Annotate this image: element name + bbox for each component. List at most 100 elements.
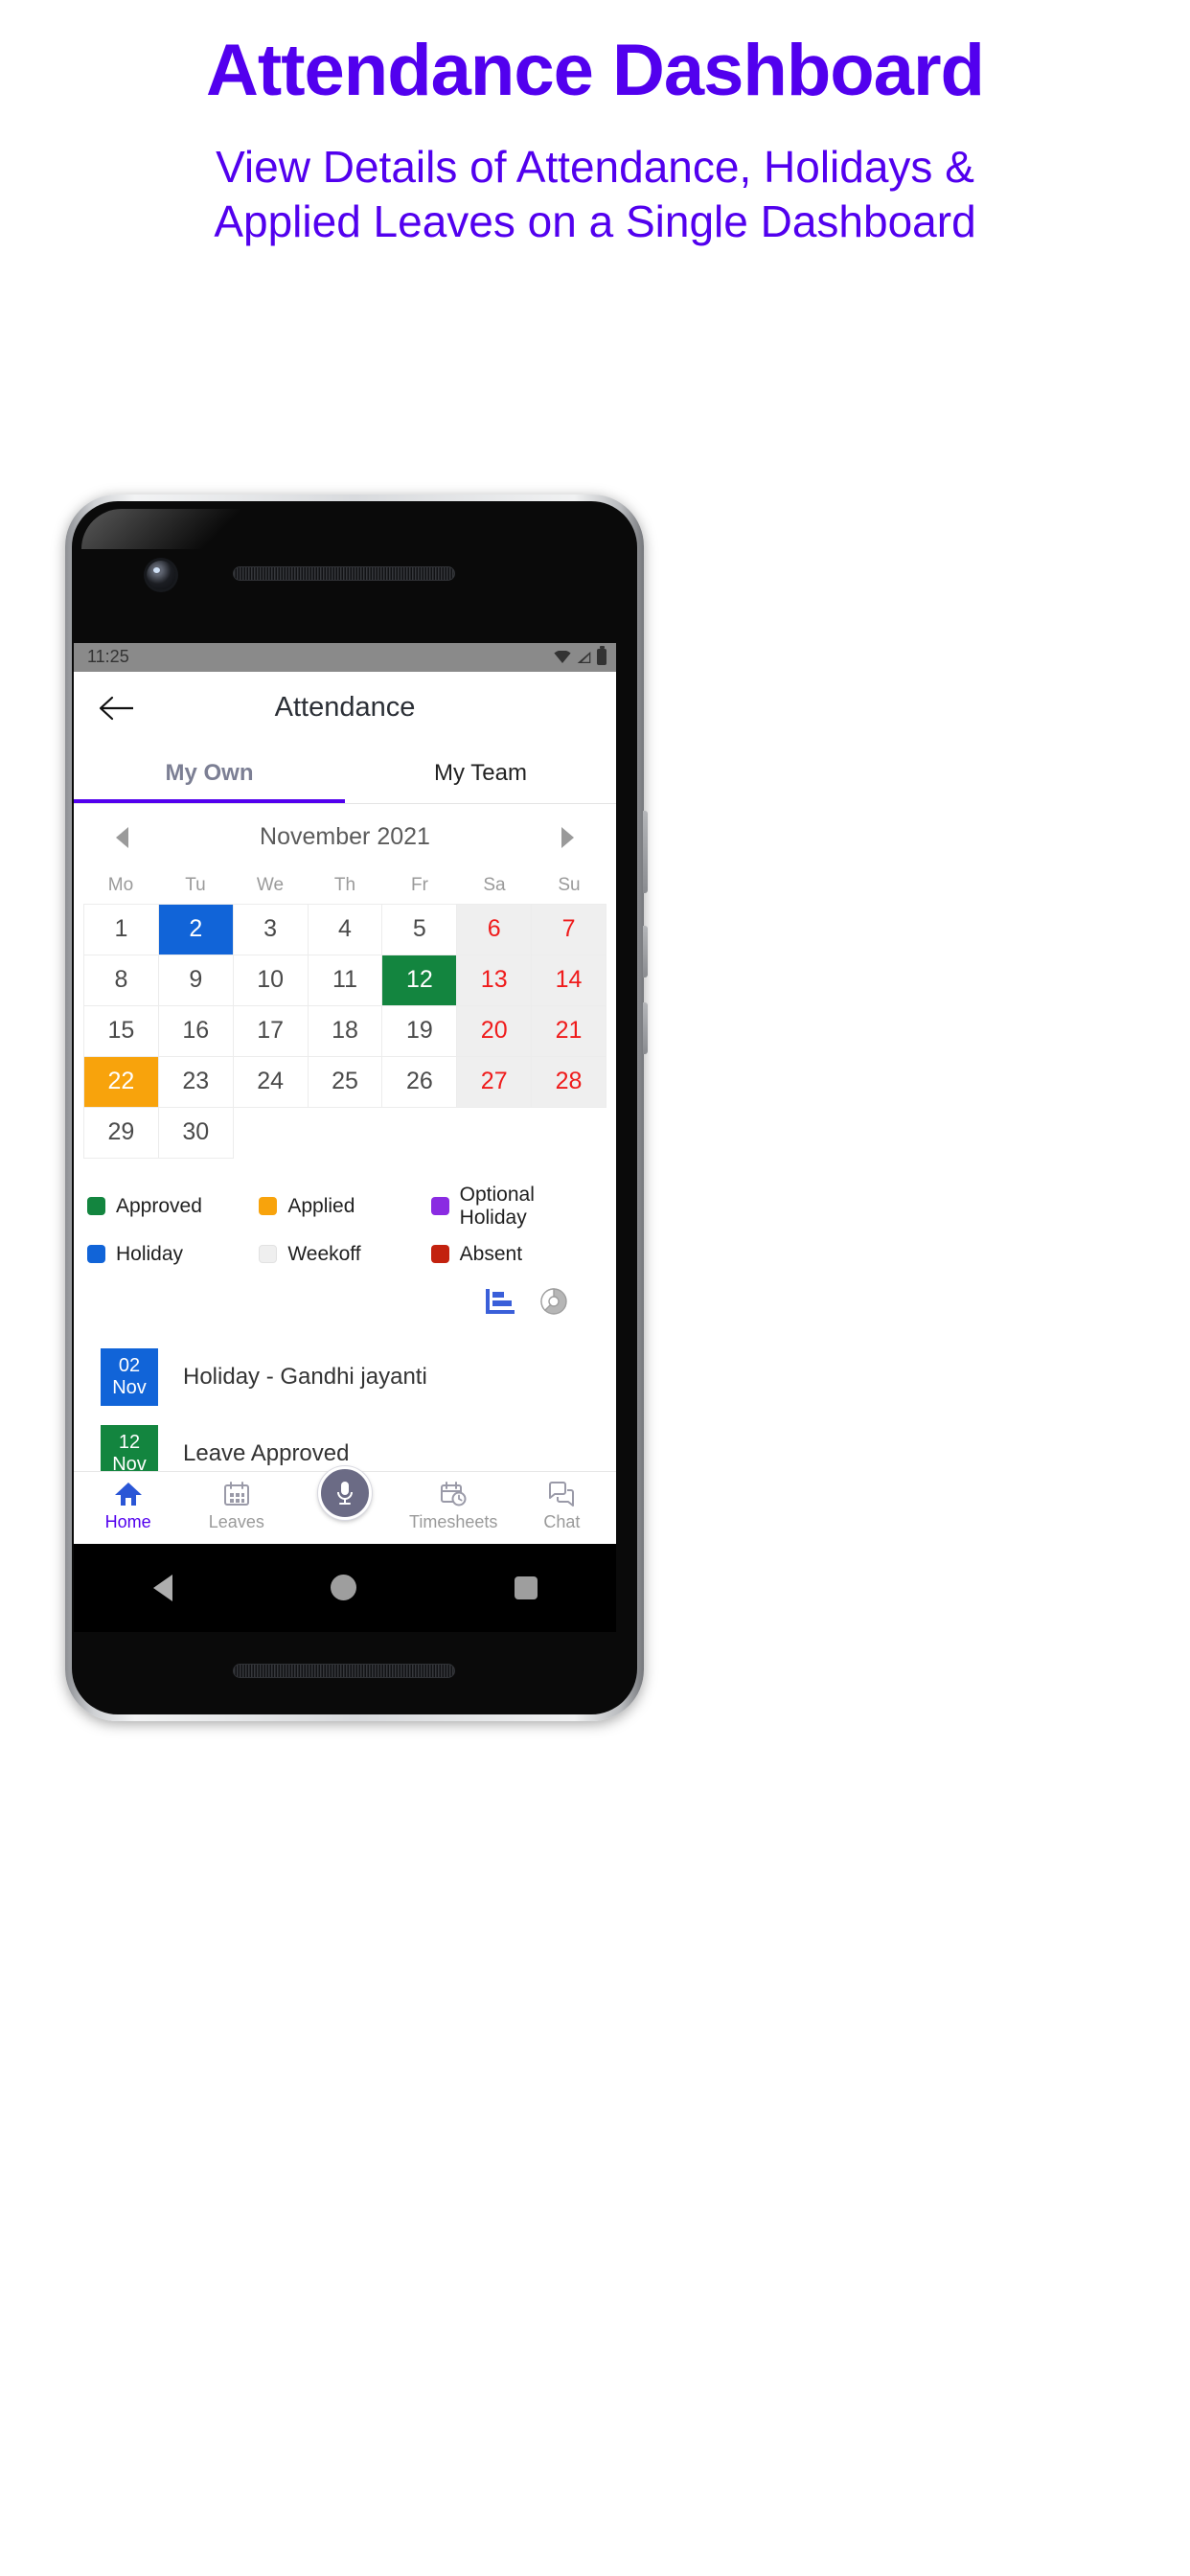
app-bar: Attendance: [74, 671, 616, 745]
calendar-day-cell[interactable]: 10: [233, 954, 309, 1006]
calendar-header: November 2021: [74, 804, 616, 871]
calendar-day-cell[interactable]: 27: [457, 1056, 533, 1108]
app-bar-title: Attendance: [274, 692, 416, 724]
android-system-nav: [74, 1543, 616, 1632]
legend-color-swatch: [259, 1197, 278, 1216]
calendar-cell-empty: [382, 1108, 457, 1159]
calendar-legend: Approved Applied Optional Holiday Holiday We…: [74, 1184, 616, 1266]
weekday-label: We: [256, 874, 285, 895]
screen-glass-highlight: [81, 508, 302, 549]
event-title: Leave Approved: [183, 1439, 350, 1466]
bar-chart-icon[interactable]: [484, 1287, 516, 1316]
calendar-day-cell[interactable]: 25: [308, 1056, 383, 1108]
legend-label: Applied: [287, 1194, 355, 1217]
legend-color-swatch: [430, 1245, 449, 1264]
calendar-weekday-header: Mo Tu We Th Fr Sa Su: [83, 871, 606, 900]
calendar-day-cell[interactable]: 14: [532, 954, 606, 1006]
calendar-day-cell[interactable]: 5: [382, 904, 458, 955]
calendar-day-cell[interactable]: 11: [308, 954, 383, 1006]
legend-label: Optional Holiday: [459, 1183, 535, 1229]
android-back-icon[interactable]: [152, 1574, 172, 1601]
calendar-day-cell[interactable]: 1: [84, 904, 159, 955]
calendar-day-cell[interactable]: 12: [382, 954, 458, 1006]
event-list-item[interactable]: 02 Nov Holiday - Gandhi jayanti: [74, 1339, 616, 1415]
calendar-day-cell[interactable]: 13: [457, 954, 533, 1006]
event-date-badge: 02 Nov: [101, 1347, 158, 1406]
phone-screen-frame: 11:25 Attendance My Own My Team November…: [72, 500, 637, 1714]
nav-item-chat[interactable]: Chat: [508, 1472, 616, 1532]
calendar-day-cell[interactable]: 20: [457, 1005, 533, 1057]
power-button[interactable]: [643, 1001, 648, 1054]
pie-chart-icon[interactable]: [539, 1287, 568, 1316]
event-title: Holiday - Gandhi jayanti: [183, 1363, 427, 1390]
weekday-label: Th: [333, 874, 356, 895]
promo-subtitle-line2: Applied Leaves on a Single Dashboard: [214, 196, 976, 247]
microphone-button[interactable]: [318, 1465, 372, 1520]
nav-item-timesheets[interactable]: Timesheets: [400, 1472, 508, 1532]
calendar-day-cell[interactable]: 30: [158, 1107, 234, 1159]
calendar-day-cell[interactable]: 7: [532, 904, 606, 955]
legend-label: Weekoff: [287, 1242, 361, 1265]
bottom-navigation-bar: Home Leaves Timesheets Chat: [74, 1465, 616, 1544]
calendar-day-cell[interactable]: 26: [382, 1056, 458, 1108]
bottom-speaker: [233, 1663, 455, 1678]
calendar-day-cell[interactable]: 28: [532, 1056, 606, 1108]
calendar-day-cell[interactable]: 16: [158, 1005, 234, 1057]
volume-up-button[interactable]: [643, 810, 648, 893]
status-bar-icons: [554, 646, 606, 666]
calendar-day-cell[interactable]: 9: [158, 954, 234, 1006]
calendar-day-cell[interactable]: 3: [233, 904, 309, 955]
legend-color-swatch: [87, 1197, 105, 1216]
tab-bar: My Own My Team: [74, 744, 616, 804]
legend-label: Approved: [116, 1194, 202, 1217]
timesheet-icon: [441, 1481, 467, 1506]
weekday-label: Mo: [107, 874, 134, 895]
weekday-label: Tu: [185, 874, 206, 895]
legend-color-swatch: [259, 1245, 278, 1264]
android-home-icon[interactable]: [330, 1575, 356, 1601]
calendar-day-cell[interactable]: 17: [233, 1005, 309, 1057]
promo-subtitle: View Details of Attendance, Holidays & A…: [0, 140, 1190, 250]
legend-item: Optional Holiday: [430, 1183, 603, 1230]
app-screen: 11:25 Attendance My Own My Team November…: [74, 642, 616, 1544]
calendar-day-cell[interactable]: 2: [158, 904, 234, 955]
nav-item-home[interactable]: Home: [74, 1472, 182, 1532]
nav-item-leaves[interactable]: Leaves: [182, 1472, 290, 1532]
calendar-day-cell[interactable]: 21: [532, 1005, 606, 1057]
calendar-day-cell[interactable]: 23: [158, 1056, 234, 1108]
calendar-day-cell[interactable]: 18: [308, 1005, 383, 1057]
calendar-cell-empty: [309, 1108, 383, 1159]
nav-label-home: Home: [104, 1511, 151, 1531]
status-bar-clock: 11:25: [87, 647, 129, 667]
chevron-left-icon[interactable]: [116, 826, 128, 848]
calendar-day-cell[interactable]: 6: [457, 904, 533, 955]
calendar-day-cell[interactable]: 15: [84, 1005, 159, 1057]
nav-label-leaves: Leaves: [208, 1511, 264, 1531]
calendar-day-cell[interactable]: 22: [84, 1056, 159, 1108]
calendar-day-cell[interactable]: 4: [308, 904, 383, 955]
legend-label: Absent: [459, 1242, 523, 1265]
calendar-day-cell[interactable]: 19: [382, 1005, 458, 1057]
event-day: 02: [118, 1355, 141, 1377]
legend-item: Holiday: [87, 1243, 259, 1266]
calendar-month-label: November 2021: [260, 823, 430, 851]
calendar-widget: Mo Tu We Th Fr Sa Su 1 2 3 4 5 6 7 8 9 10 11 12 13 14…: [74, 871, 616, 1159]
nav-item-voice[interactable]: [290, 1465, 399, 1520]
tab-my-own[interactable]: My Own: [74, 745, 345, 803]
chevron-right-icon[interactable]: [561, 826, 574, 848]
volume-down-button[interactable]: [643, 925, 648, 978]
tab-my-team[interactable]: My Team: [345, 745, 616, 803]
calendar-day-cell[interactable]: 24: [233, 1056, 309, 1108]
calendar-day-cell[interactable]: 8: [84, 954, 159, 1006]
back-arrow-icon[interactable]: [99, 694, 135, 723]
calendar-icon: [223, 1481, 249, 1506]
front-camera-icon: [147, 560, 175, 589]
tab-active-indicator: [74, 798, 345, 803]
microphone-icon: [337, 1481, 353, 1505]
earpiece-speaker: [233, 565, 455, 581]
device-showcase: 11:25 Attendance My Own My Team November…: [0, 250, 1190, 2339]
signal-icon: [577, 651, 591, 663]
home-icon: [114, 1482, 142, 1506]
android-recents-icon[interactable]: [514, 1576, 538, 1599]
calendar-day-cell[interactable]: 29: [84, 1107, 159, 1159]
